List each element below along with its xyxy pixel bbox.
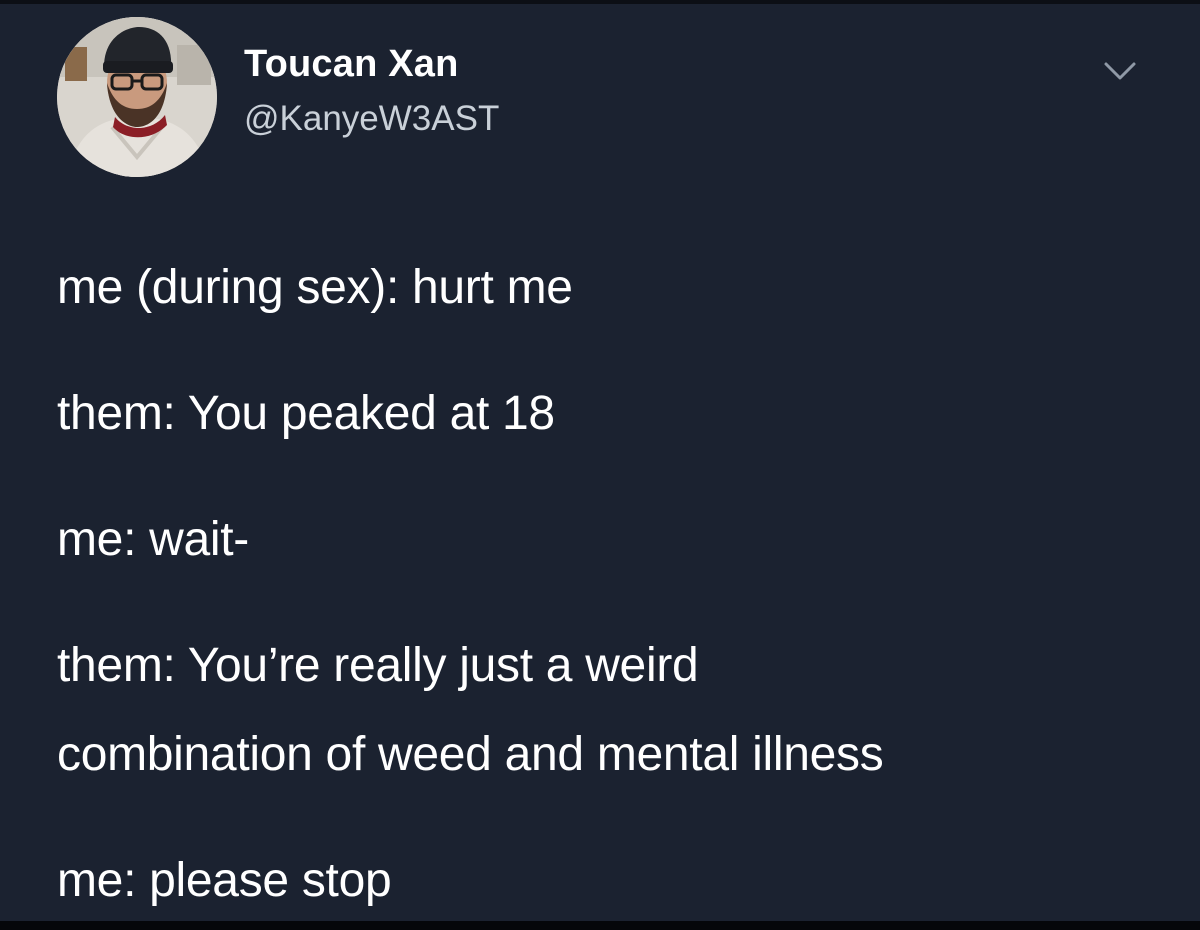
chevron-down-icon[interactable]: [1100, 58, 1140, 84]
tweet-card: Toucan Xan @KanyeW3AST me (during sex): …: [0, 0, 1200, 921]
tweet-line-5: combination of weed and mental illness: [57, 728, 884, 781]
tweet-line-4: them: You’re really just a weird: [57, 639, 699, 692]
tweet-text: me (during sex): hurt me them: You peake…: [57, 258, 1157, 910]
bottom-border: [0, 921, 1200, 930]
tweet-line-2: them: You peaked at 18: [57, 387, 555, 440]
user-handle[interactable]: @KanyeW3AST: [244, 99, 499, 139]
avatar[interactable]: [57, 17, 217, 177]
tweet-line-1: me (during sex): hurt me: [57, 261, 573, 314]
tweet-line-3: me: wait-: [57, 513, 249, 566]
tweet-line-6: me: please stop: [57, 854, 392, 907]
display-name[interactable]: Toucan Xan: [244, 42, 459, 86]
avatar-photo: [57, 17, 217, 177]
